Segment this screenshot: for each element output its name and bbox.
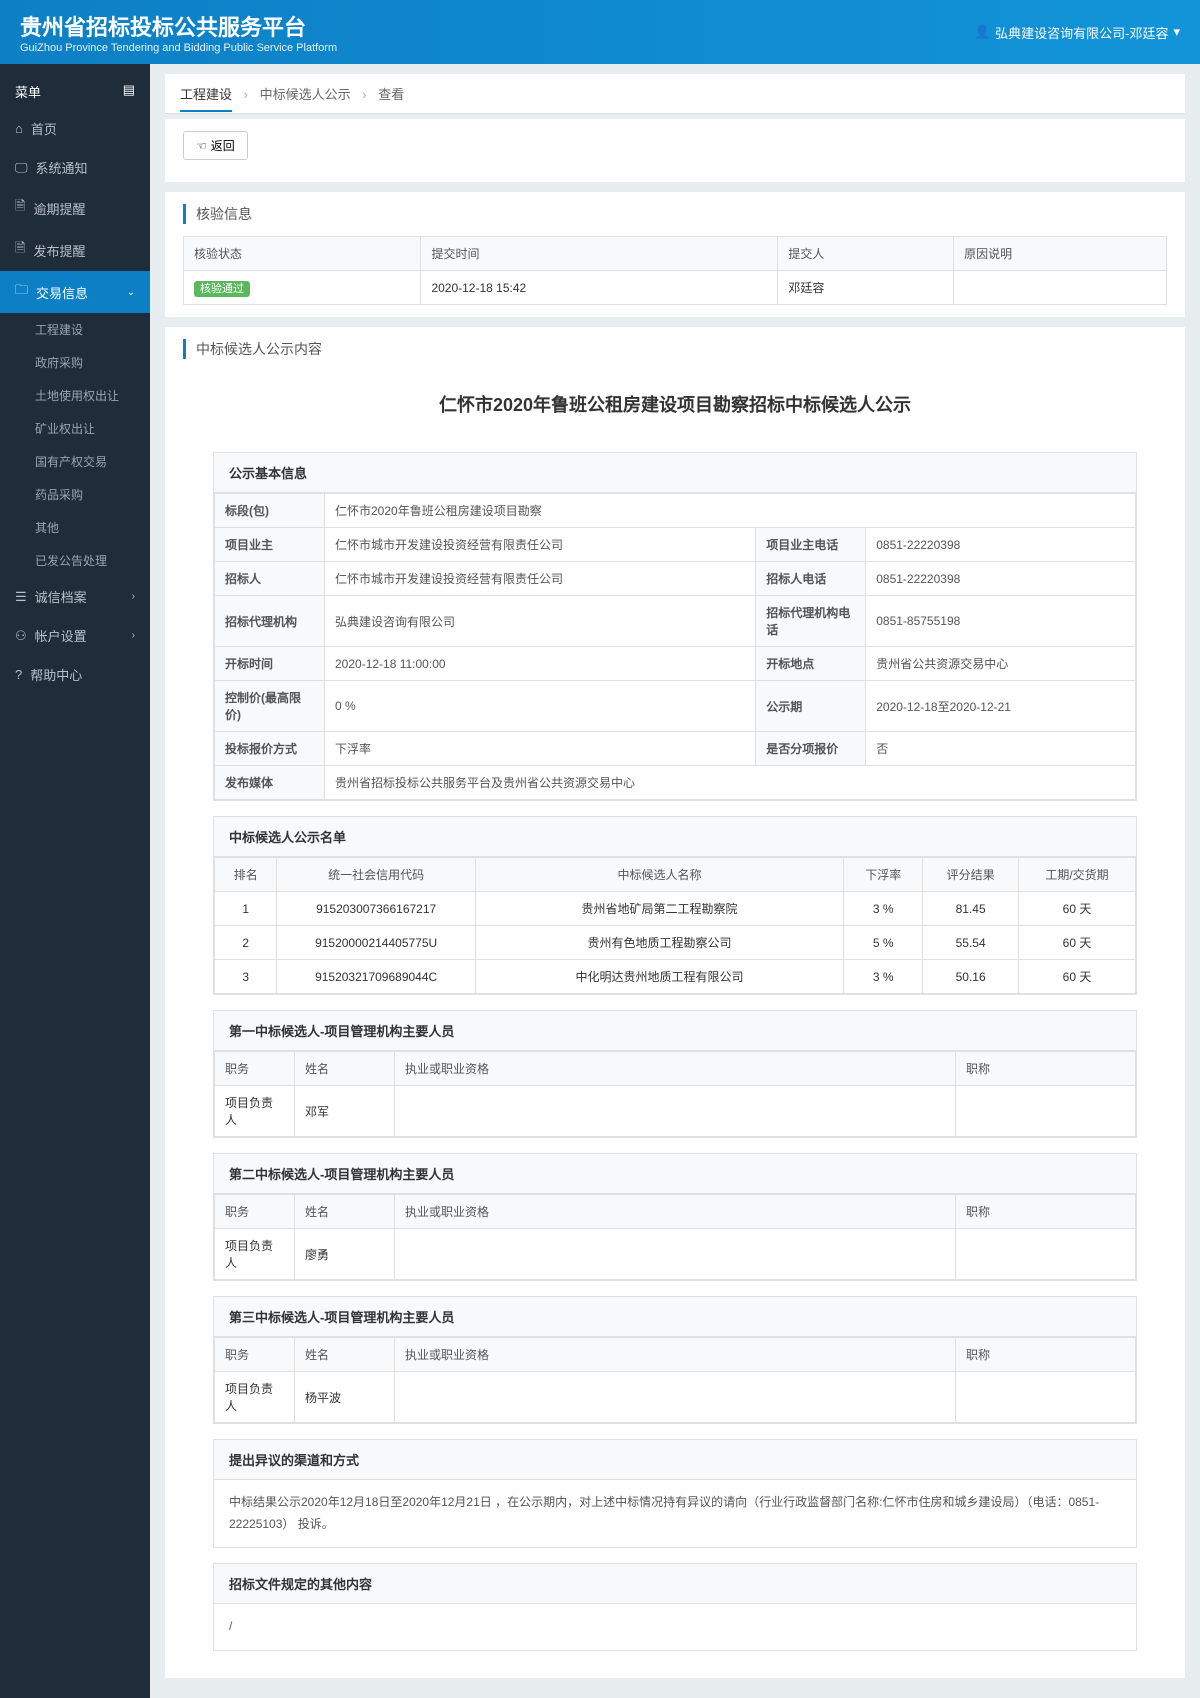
sidebar: 菜单 ▤ ⌂首页 🖵系统通知 🗎逾期提醒 🗎发布提醒 🗀交易信息⌄ 工程建设 政… bbox=[0, 64, 150, 1698]
table-row: 核验通过 2020-12-18 15:42 邓廷容 bbox=[184, 271, 1167, 305]
chevron-down-icon: ⌄ bbox=[127, 287, 135, 298]
table-row: 291520000214405775U贵州有色地质工程勘察公司5 %55.546… bbox=[215, 926, 1136, 960]
objection-title: 提出异议的渠道和方式 bbox=[214, 1440, 1136, 1480]
sidebar-sub-land[interactable]: 土地使用权出让 bbox=[0, 379, 150, 412]
sidebar-item-notice[interactable]: 🖵系统通知 bbox=[0, 148, 150, 187]
verify-th-reason: 原因说明 bbox=[954, 237, 1167, 271]
user-icon: 👤 bbox=[974, 24, 990, 40]
sidebar-item-home[interactable]: ⌂首页 bbox=[0, 109, 150, 148]
verify-th-submitter: 提交人 bbox=[778, 237, 954, 271]
user-display[interactable]: 👤 弘典建设咨询有限公司-邓廷容 ▾ bbox=[974, 23, 1180, 42]
basic-info-table: 标段(包)仁怀市2020年鲁班公租房建设项目勘察 项目业主仁怀市城市开发建设投资… bbox=[214, 493, 1136, 800]
verify-th-time: 提交时间 bbox=[421, 237, 778, 271]
sidebar-sub-construction[interactable]: 工程建设 bbox=[0, 313, 150, 346]
announcement-title: 仁怀市2020年鲁班公租房建设项目勘察招标中标候选人公示 bbox=[183, 371, 1167, 437]
user-icon: ⚇ bbox=[15, 628, 27, 644]
table-row: 项目负责人邓军 bbox=[215, 1086, 1136, 1137]
other-text: / bbox=[214, 1604, 1136, 1650]
table-row: 项目负责人杨平波 bbox=[215, 1372, 1136, 1423]
hand-icon: ☜ bbox=[196, 139, 207, 153]
verify-th-status: 核验状态 bbox=[184, 237, 421, 271]
return-button[interactable]: ☜返回 bbox=[183, 131, 248, 160]
staff2-title: 第二中标候选人-项目管理机构主要人员 bbox=[214, 1154, 1136, 1194]
platform-title-cn: 贵州省招标投标公共服务平台 bbox=[20, 10, 337, 42]
home-icon: ⌂ bbox=[15, 121, 23, 136]
sidebar-item-publish[interactable]: 🗎发布提醒 bbox=[0, 229, 150, 271]
table-row: 项目负责人廖勇 bbox=[215, 1229, 1136, 1280]
menu-collapse-icon[interactable]: ▤ bbox=[123, 82, 135, 101]
monitor-icon: 🖵 bbox=[15, 160, 28, 176]
sidebar-menu-label: 菜单 ▤ bbox=[0, 74, 150, 109]
staff3-title: 第三中标候选人-项目管理机构主要人员 bbox=[214, 1297, 1136, 1337]
sidebar-sub-mining[interactable]: 矿业权出让 bbox=[0, 412, 150, 445]
doc-icon: 🗎 bbox=[15, 197, 25, 219]
sidebar-item-overdue[interactable]: 🗎逾期提醒 bbox=[0, 187, 150, 229]
basic-info-title: 公示基本信息 bbox=[214, 453, 1136, 493]
table-row: 1915203007366167217贵州省地矿局第二工程勘察院3 %81.45… bbox=[215, 892, 1136, 926]
breadcrumb-a[interactable]: 工程建设 bbox=[180, 87, 232, 112]
sidebar-sub-state[interactable]: 国有产权交易 bbox=[0, 445, 150, 478]
status-badge: 核验通过 bbox=[194, 281, 250, 297]
sidebar-sub-other[interactable]: 其他 bbox=[0, 511, 150, 544]
table-row: 391520321709689044C中化明达贵州地质工程有限公司3 %50.1… bbox=[215, 960, 1136, 994]
list-icon: ☰ bbox=[15, 589, 27, 605]
staff1-title: 第一中标候选人-项目管理机构主要人员 bbox=[214, 1011, 1136, 1051]
breadcrumb-b[interactable]: 中标候选人公示 bbox=[260, 87, 351, 102]
candidates-table: 排名 统一社会信用代码 中标候选人名称 下浮率 评分结果 工期/交货期 1915… bbox=[214, 857, 1136, 994]
doc-icon: 🗎 bbox=[15, 239, 25, 261]
chevron-right-icon: › bbox=[132, 630, 135, 641]
sidebar-item-trade[interactable]: 🗀交易信息⌄ bbox=[0, 271, 150, 313]
chevron-right-icon: › bbox=[132, 591, 135, 602]
other-title: 招标文件规定的其他内容 bbox=[214, 1564, 1136, 1604]
user-name: 弘典建设咨询有限公司-邓廷容 bbox=[995, 23, 1168, 42]
sidebar-sub-drug[interactable]: 药品采购 bbox=[0, 478, 150, 511]
folder-icon: 🗀 bbox=[15, 281, 28, 303]
sidebar-item-credit[interactable]: ☰诚信档案› bbox=[0, 577, 150, 616]
help-icon: ? bbox=[15, 667, 22, 682]
candidates-title: 中标候选人公示名单 bbox=[214, 817, 1136, 857]
sidebar-item-help[interactable]: ?帮助中心 bbox=[0, 655, 150, 694]
sidebar-sub-published[interactable]: 已发公告处理 bbox=[0, 544, 150, 577]
platform-title-en: GuiZhou Province Tendering and Bidding P… bbox=[20, 42, 337, 54]
breadcrumb-c: 查看 bbox=[378, 87, 404, 102]
breadcrumb: 工程建设 › 中标候选人公示 › 查看 bbox=[165, 74, 1185, 114]
main-content: 工程建设 › 中标候选人公示 › 查看 ☜返回 核验信息 核验状态 提交时间 提… bbox=[150, 64, 1200, 1698]
top-header: 贵州省招标投标公共服务平台 GuiZhou Province Tendering… bbox=[0, 0, 1200, 64]
chevron-down-icon: ▾ bbox=[1173, 24, 1180, 40]
objection-text: 中标结果公示2020年12月18日至2020年12月21日 ，在公示期内，对上述… bbox=[214, 1480, 1136, 1547]
content-panel-title: 中标候选人公示内容 bbox=[183, 339, 1167, 359]
verify-table: 核验状态 提交时间 提交人 原因说明 核验通过 2020-12-18 15:42… bbox=[183, 236, 1167, 305]
verify-panel-title: 核验信息 bbox=[183, 204, 1167, 224]
sidebar-item-account[interactable]: ⚇帐户设置› bbox=[0, 616, 150, 655]
sidebar-sub-gov[interactable]: 政府采购 bbox=[0, 346, 150, 379]
